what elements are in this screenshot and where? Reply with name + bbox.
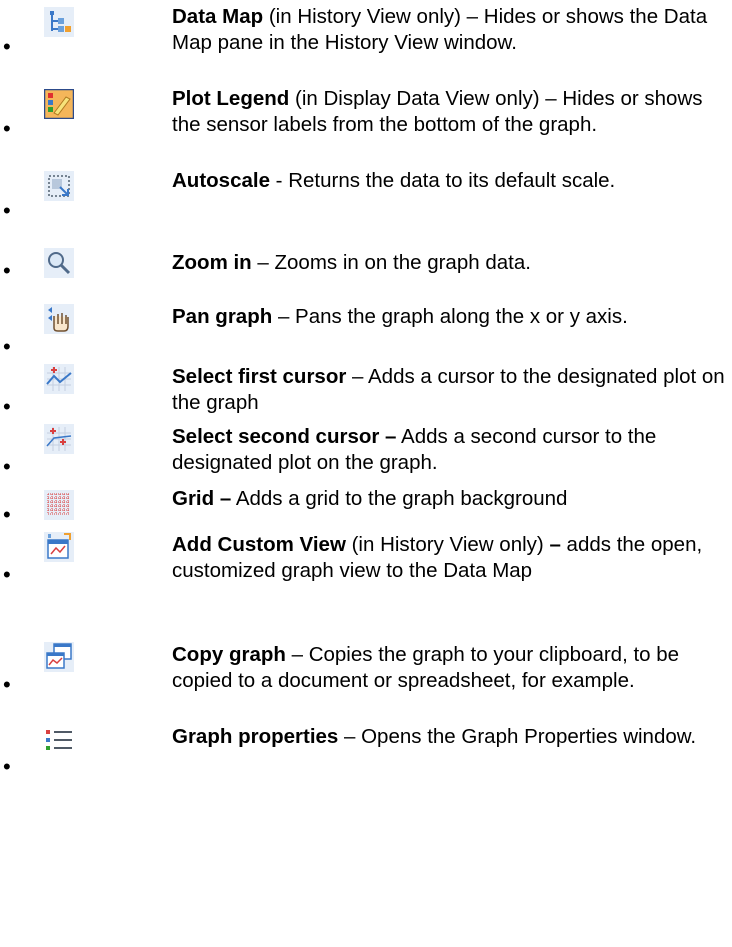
item-text: (in History View only) xyxy=(345,533,550,556)
item-text: Adds a grid to the graph background xyxy=(231,487,568,510)
item-description: Grid – Adds a grid to the graph backgrou… xyxy=(172,486,728,512)
bullet: • xyxy=(3,198,11,223)
item-title: Data Map xyxy=(172,5,264,28)
plot-legend-icon xyxy=(44,89,74,119)
bullet: • xyxy=(3,502,11,527)
item-description: Copy graph – Copies the graph to your cl… xyxy=(172,642,728,694)
item-text: – Opens the Graph Properties window. xyxy=(338,725,697,748)
bullet: • xyxy=(3,258,11,283)
item-title: Add Custom View xyxy=(172,533,346,556)
select-second-cursor-icon xyxy=(44,424,74,454)
select-first-cursor-icon xyxy=(44,364,74,394)
item-title: Copy graph xyxy=(172,643,286,666)
copy-graph-icon xyxy=(44,642,74,672)
item-title: Graph properties xyxy=(172,725,339,748)
item-title: Select second cursor – xyxy=(172,425,397,448)
item-text: – Zooms in on the graph data. xyxy=(251,251,531,274)
item-description: Data Map (in History View only) – Hides … xyxy=(172,4,728,56)
item-title: Pan graph xyxy=(172,305,273,328)
grid-icon xyxy=(44,490,74,520)
item-description: Zoom in – Zooms in on the graph data. xyxy=(172,250,728,276)
item-title: Grid – xyxy=(172,487,232,510)
item-description: Select second cursor – Adds a second cur… xyxy=(172,424,728,476)
data-map-icon xyxy=(44,7,74,37)
item-title: Plot Legend xyxy=(172,87,290,110)
autoscale-icon xyxy=(44,171,74,201)
bullet: • xyxy=(3,562,11,587)
item-title: Zoom in xyxy=(172,251,252,274)
graph-properties-icon xyxy=(44,725,74,755)
bullet: • xyxy=(3,454,11,479)
item-description: Select first cursor – Adds a cursor to t… xyxy=(172,364,728,416)
item-title: Select first cursor xyxy=(172,365,347,388)
pan-graph-icon xyxy=(44,304,74,334)
add-custom-view-icon xyxy=(44,532,74,562)
item-text-bold: – xyxy=(549,533,561,556)
item-title: Autoscale xyxy=(172,169,270,192)
zoom-in-icon xyxy=(44,248,74,278)
bullet: • xyxy=(3,334,11,359)
item-description: Pan graph – Pans the graph along the x o… xyxy=(172,304,728,330)
item-text: - Returns the data to its default scale. xyxy=(269,169,616,192)
item-text: – Pans the graph along the x or y axis. xyxy=(272,305,628,328)
item-description: Plot Legend (in Display Data View only) … xyxy=(172,86,728,138)
item-description: Graph properties – Opens the Graph Prope… xyxy=(172,724,728,750)
bullet: • xyxy=(3,34,11,59)
bullet: • xyxy=(3,672,11,697)
bullet: • xyxy=(3,116,11,141)
item-description: Add Custom View (in History View only) –… xyxy=(172,532,728,584)
bullet: • xyxy=(3,754,11,779)
bullet: • xyxy=(3,394,11,419)
item-description: Autoscale - Returns the data to its defa… xyxy=(172,168,728,194)
